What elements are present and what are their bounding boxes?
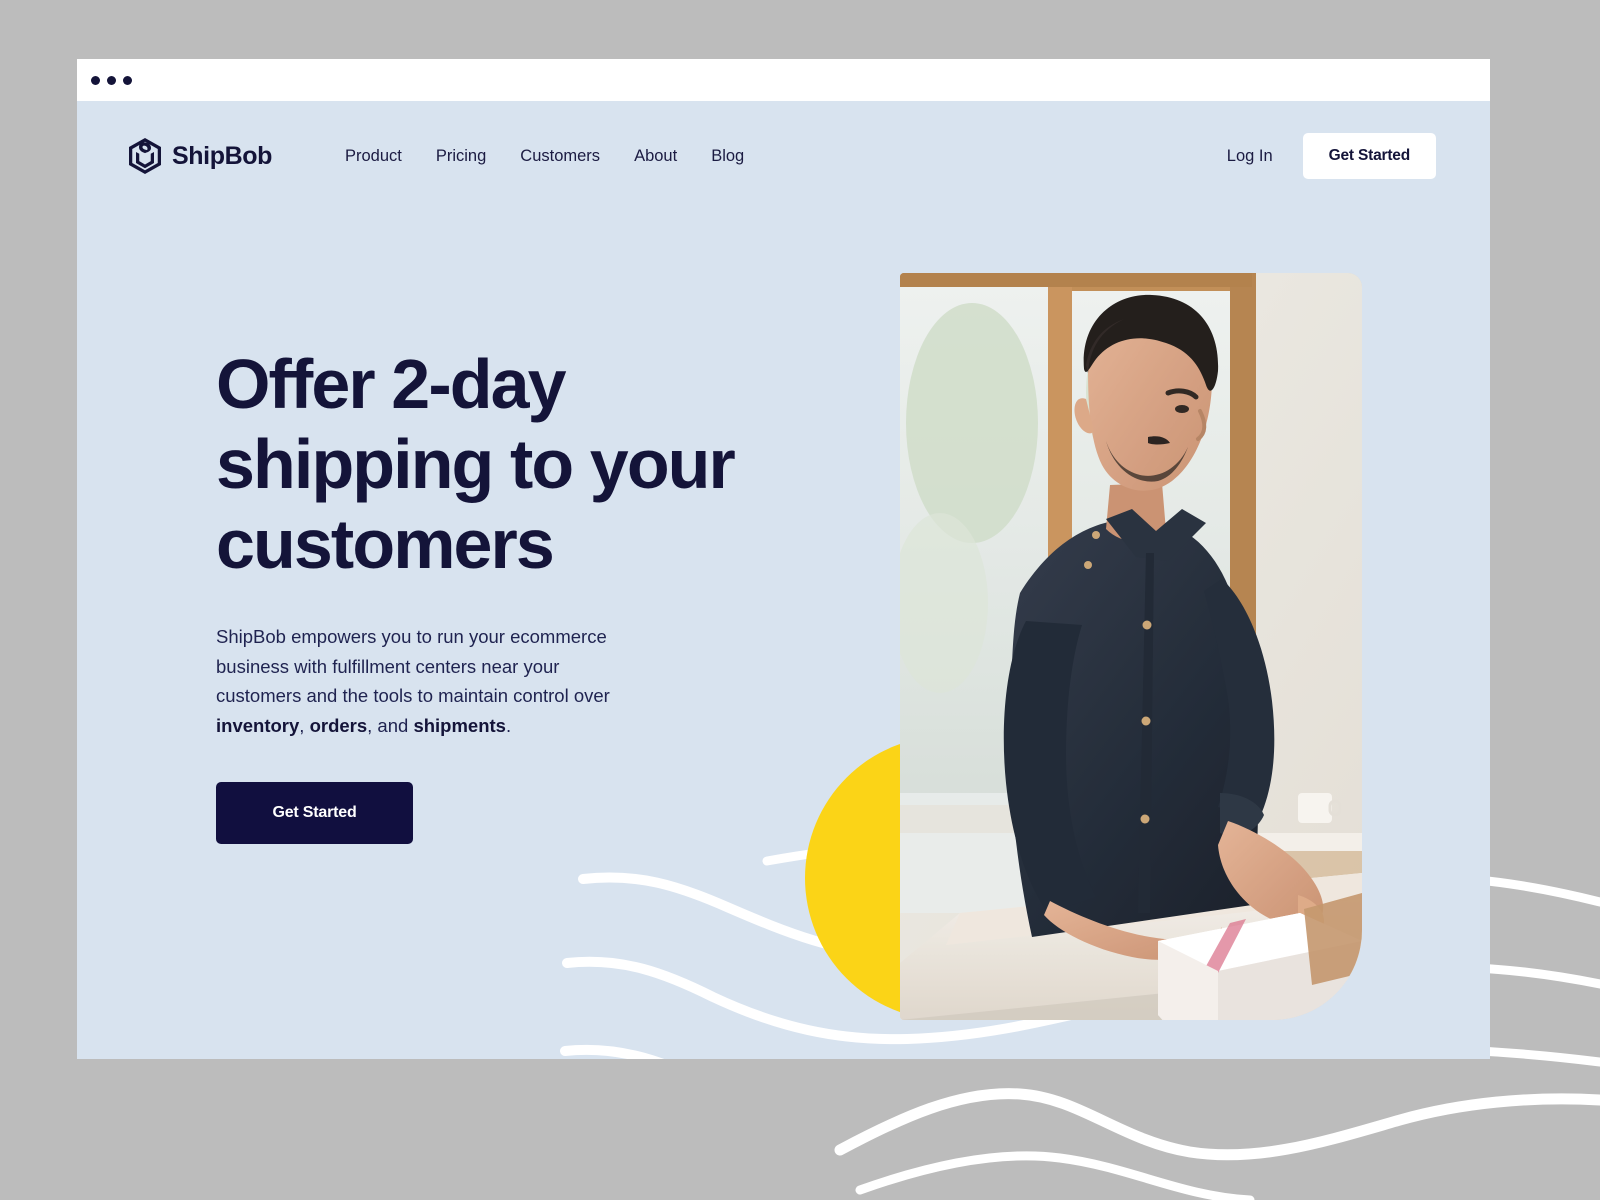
hero-subcopy: ShipBob empowers you to run your ecommer… [216, 622, 636, 740]
nav-link-pricing[interactable]: Pricing [419, 139, 503, 174]
website-viewport: ShipBob Product Pricing Customers About … [77, 101, 1490, 1059]
headline-line-1: Offer 2-day [216, 345, 567, 423]
window-control-dot-minimize[interactable] [107, 75, 116, 85]
browser-window-mockup: ShipBob Product Pricing Customers About … [77, 59, 1490, 1059]
brand-logo[interactable]: ShipBob [129, 138, 272, 174]
window-controls[interactable] [91, 75, 132, 85]
site-navigation: ShipBob Product Pricing Customers About … [77, 101, 1490, 211]
subcopy-emphasis-orders: orders [309, 714, 368, 736]
subcopy-sep-1: , [299, 714, 310, 736]
login-link[interactable]: Log In [1227, 147, 1273, 166]
subcopy-emphasis-inventory: inventory [216, 714, 300, 736]
nav-link-customers[interactable]: Customers [503, 139, 617, 174]
hero-get-started-button[interactable]: Get Started [216, 782, 413, 844]
window-control-dot-maximize[interactable] [123, 75, 132, 85]
page-title: Offer 2-day shipping to your customers [216, 344, 776, 584]
headline-line-3: customers [216, 505, 555, 583]
subcopy-period: . [505, 714, 512, 736]
nav-link-blog[interactable]: Blog [694, 139, 761, 174]
hero-content: Offer 2-day shipping to your customers S… [216, 344, 776, 844]
subcopy-emphasis-shipments: shipments [413, 714, 506, 736]
browser-titlebar [77, 59, 1490, 101]
headline-line-2: shipping to your [216, 425, 736, 503]
shipbob-cube-logo-icon [129, 138, 161, 174]
nav-link-product[interactable]: Product [328, 139, 419, 174]
brand-name: ShipBob [172, 141, 272, 170]
hero-photo-illustration [900, 273, 1362, 1020]
nav-get-started-button[interactable]: Get Started [1302, 133, 1436, 179]
hero-photo [900, 273, 1362, 1020]
nav-actions: Log In Get Started [1227, 133, 1436, 179]
subcopy-text: ShipBob empowers you to run your ecommer… [216, 626, 610, 706]
nav-links: Product Pricing Customers About Blog [328, 139, 761, 174]
nav-link-about[interactable]: About [617, 139, 694, 174]
subcopy-sep-2: , and [367, 714, 414, 736]
window-control-dot-close[interactable] [91, 75, 100, 85]
